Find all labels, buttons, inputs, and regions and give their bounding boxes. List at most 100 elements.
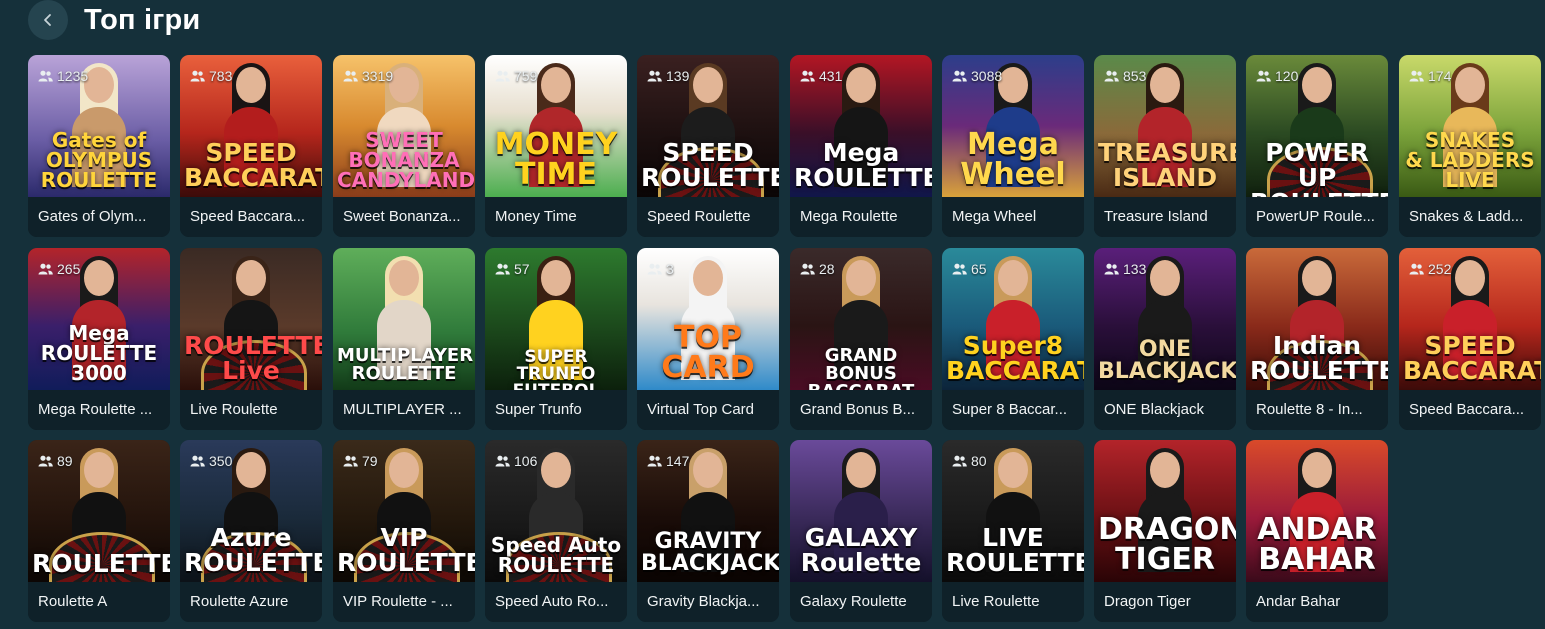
game-tile[interactable]: ANDAR BAHAR Andar Bahar	[1246, 440, 1388, 622]
game-thumbnail[interactable]: ANDAR BAHAR	[1246, 440, 1388, 582]
game-logo: MULTIPLAYER ROULETTE	[337, 345, 474, 385]
game-thumbnail[interactable]: SUPER TRUNFO FUTEBOL 57	[485, 248, 627, 390]
game-tile[interactable]: Super8 BACCARAT 65 Super 8 Baccar...	[942, 248, 1084, 430]
game-thumbnail[interactable]: Mega ROULETTE 3000 265	[28, 248, 170, 390]
game-logo: SPEED BACCARAT	[1403, 331, 1541, 385]
game-thumbnail[interactable]: MULTIPLAYER ROULETTE	[333, 248, 475, 390]
game-thumbnail[interactable]: Mega Wheel 3088	[942, 55, 1084, 197]
game-thumbnail[interactable]: MONEY TIME 759	[485, 55, 627, 197]
game-thumbnail[interactable]: SWEET BONANZA CANDYLAND 3319	[333, 55, 475, 197]
game-tile[interactable]: SPEED BACCARAT 252 Speed Baccara...	[1399, 248, 1541, 430]
game-tile[interactable]: ROULETTE Live Live Roulette	[180, 248, 322, 430]
game-tile[interactable]: Mega ROULETTE 3000 265 Mega Roulette ...	[28, 248, 170, 430]
game-thumbnail[interactable]: Indian ROULETTE	[1246, 248, 1388, 390]
game-tile[interactable]: SPEED ROULETTE 139 Speed Roulette	[637, 55, 779, 237]
game-name[interactable]: Money Time	[485, 197, 627, 237]
game-logo: SPEED ROULETTE	[641, 138, 779, 192]
game-thumbnail[interactable]: Super8 BACCARAT 65	[942, 248, 1084, 390]
player-count: 139	[647, 67, 689, 85]
users-icon	[952, 455, 967, 467]
game-tile[interactable]: SNAKES & LADDERS LIVE 174 Snakes & Ladd...	[1399, 55, 1541, 237]
game-tile[interactable]: MULTIPLAYER ROULETTE MULTIPLAYER ...	[333, 248, 475, 430]
game-thumbnail[interactable]: POWER UP ROULETTE 120	[1246, 55, 1388, 197]
game-name[interactable]: Mega Roulette	[790, 197, 932, 237]
game-name[interactable]: Galaxy Roulette	[790, 582, 932, 622]
game-tile[interactable]: Mega Wheel 3088 Mega Wheel	[942, 55, 1084, 237]
game-name[interactable]: MULTIPLAYER ...	[333, 390, 475, 430]
game-thumbnail[interactable]: TOP CARD 3	[637, 248, 779, 390]
game-name[interactable]: Virtual Top Card	[637, 390, 779, 430]
game-tile[interactable]: POWER UP ROULETTE 120 PowerUP Roule...	[1246, 55, 1388, 237]
game-tile[interactable]: SPEED BACCARAT 783 Speed Baccara...	[180, 55, 322, 237]
dealer-head	[84, 260, 114, 296]
game-name[interactable]: Speed Baccara...	[180, 197, 322, 237]
game-name[interactable]: Speed Baccara...	[1399, 390, 1541, 430]
game-tile[interactable]: SWEET BONANZA CANDYLAND 3319 Sweet Bonanza…	[333, 55, 475, 237]
game-thumbnail[interactable]: Speed Auto ROULETTE 106	[485, 440, 627, 582]
game-thumbnail[interactable]: VIP ROULETTE 79	[333, 440, 475, 582]
game-name[interactable]: VIP Roulette - ...	[333, 582, 475, 622]
game-tile[interactable]: LIVE ROULETTE 80 Live Roulette	[942, 440, 1084, 622]
game-name[interactable]: Speed Roulette	[637, 197, 779, 237]
game-name[interactable]: Mega Roulette ...	[28, 390, 170, 430]
game-thumbnail[interactable]: ONE BLACKJACK 133	[1094, 248, 1236, 390]
game-logo: Mega ROULETTE 3000	[40, 320, 158, 385]
game-name[interactable]: Roulette Azure	[180, 582, 322, 622]
game-thumbnail[interactable]: ROULETTE 89	[28, 440, 170, 582]
users-icon	[800, 70, 815, 82]
game-logo: SPEED BACCARAT	[184, 138, 322, 192]
game-tile[interactable]: ONE BLACKJACK 133 ONE Blackjack	[1094, 248, 1236, 430]
game-name[interactable]: Roulette A	[28, 582, 170, 622]
game-tile[interactable]: Azure ROULETTE 350 Roulette Azure	[180, 440, 322, 622]
game-tile[interactable]: Indian ROULETTE Roulette 8 - In...	[1246, 248, 1388, 430]
game-thumbnail[interactable]: SNAKES & LADDERS LIVE 174	[1399, 55, 1541, 197]
game-name[interactable]: Roulette 8 - In...	[1246, 390, 1388, 430]
game-tile[interactable]: GRAVITY BLACKJACK 147 Gravity Blackja...	[637, 440, 779, 622]
game-thumbnail[interactable]: DRAGON TIGER	[1094, 440, 1236, 582]
game-name[interactable]: Mega Wheel	[942, 197, 1084, 237]
game-name[interactable]: PowerUP Roule...	[1246, 197, 1388, 237]
game-tile[interactable]: Speed Auto ROULETTE 106 Speed Auto Ro...	[485, 440, 627, 622]
game-tile[interactable]: TREASURE ISLAND 853 Treasure Island	[1094, 55, 1236, 237]
game-tile[interactable]: TOP CARD 3 Virtual Top Card	[637, 248, 779, 430]
back-button[interactable]	[28, 0, 68, 40]
game-thumbnail[interactable]: GALAXY Roulette	[790, 440, 932, 582]
game-thumbnail[interactable]: SPEED BACCARAT 783	[180, 55, 322, 197]
game-tile[interactable]: SUPER TRUNFO FUTEBOL 57 Super Trunfo	[485, 248, 627, 430]
player-count: 350	[190, 452, 232, 470]
game-tile[interactable]: DRAGON TIGER Dragon Tiger	[1094, 440, 1236, 622]
player-count: 853	[1104, 67, 1146, 85]
game-name[interactable]: Gravity Blackja...	[637, 582, 779, 622]
game-name[interactable]: Super 8 Baccar...	[942, 390, 1084, 430]
game-name[interactable]: Grand Bonus B...	[790, 390, 932, 430]
game-name[interactable]: ONE Blackjack	[1094, 390, 1236, 430]
game-thumbnail[interactable]: SPEED BACCARAT 252	[1399, 248, 1541, 390]
game-tile[interactable]: Gates of OLYMPUS ROULETTE 1235 Gates of Ol…	[28, 55, 170, 237]
game-name[interactable]: Live Roulette	[942, 582, 1084, 622]
users-icon	[952, 70, 967, 82]
game-tile[interactable]: GALAXY Roulette Galaxy Roulette	[790, 440, 932, 622]
game-name[interactable]: Sweet Bonanza...	[333, 197, 475, 237]
game-name[interactable]: Speed Auto Ro...	[485, 582, 627, 622]
game-thumbnail[interactable]: GRAND BONUS BACCARAT 28	[790, 248, 932, 390]
game-thumbnail[interactable]: GRAVITY BLACKJACK 147	[637, 440, 779, 582]
game-tile[interactable]: GRAND BONUS BACCARAT 28 Grand Bonus B...	[790, 248, 932, 430]
game-thumbnail[interactable]: Mega ROULETTE 431	[790, 55, 932, 197]
game-name[interactable]: Gates of Olym...	[28, 197, 170, 237]
game-thumbnail[interactable]: SPEED ROULETTE 139	[637, 55, 779, 197]
game-thumbnail[interactable]: Azure ROULETTE 350	[180, 440, 322, 582]
game-thumbnail[interactable]: TREASURE ISLAND 853	[1094, 55, 1236, 197]
game-name[interactable]: Andar Bahar	[1246, 582, 1388, 622]
game-thumbnail[interactable]: Gates of OLYMPUS ROULETTE 1235	[28, 55, 170, 197]
game-tile[interactable]: MONEY TIME 759 Money Time	[485, 55, 627, 237]
game-thumbnail[interactable]: ROULETTE Live	[180, 248, 322, 390]
game-name[interactable]: Super Trunfo	[485, 390, 627, 430]
game-thumbnail[interactable]: LIVE ROULETTE 80	[942, 440, 1084, 582]
game-tile[interactable]: ROULETTE 89 Roulette A	[28, 440, 170, 622]
game-name[interactable]: Live Roulette	[180, 390, 322, 430]
game-name[interactable]: Snakes & Ladd...	[1399, 197, 1541, 237]
game-tile[interactable]: VIP ROULETTE 79 VIP Roulette - ...	[333, 440, 475, 622]
game-name[interactable]: Treasure Island	[1094, 197, 1236, 237]
game-name[interactable]: Dragon Tiger	[1094, 582, 1236, 622]
game-tile[interactable]: Mega ROULETTE 431 Mega Roulette	[790, 55, 932, 237]
